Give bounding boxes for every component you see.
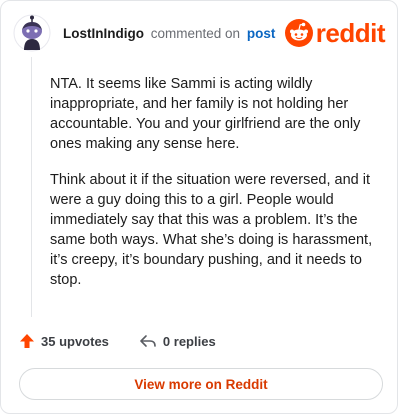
- upvote-count: 35 upvotes: [41, 333, 109, 349]
- comment-header: LostInIndigo commented on post reddit: [13, 11, 386, 55]
- comment-actions: 35 upvotes 0 replies: [19, 333, 216, 349]
- reply-button[interactable]: 0 replies: [139, 333, 216, 349]
- reddit-snoo-icon: [284, 19, 313, 47]
- upvote-button[interactable]: 35 upvotes: [19, 333, 109, 349]
- post-link[interactable]: post: [247, 26, 276, 41]
- reply-count: 0 replies: [162, 333, 216, 349]
- avatar-icon: [13, 14, 51, 52]
- user-avatar[interactable]: [13, 14, 51, 52]
- reddit-wordmark: reddit: [315, 17, 386, 48]
- action-text: commented on: [150, 25, 241, 41]
- comment-paragraph: Think about it if the situation were rev…: [50, 172, 373, 288]
- comment-card: LostInIndigo commented on post reddit NT…: [0, 0, 398, 414]
- reply-arrow-icon: [140, 335, 156, 347]
- thread-line: [31, 57, 32, 317]
- reddit-logo[interactable]: reddit: [284, 17, 386, 49]
- comment-body: NTA. It seems like Sammi is acting wildl…: [50, 74, 390, 306]
- comment-paragraph: NTA. It seems like Sammi is acting wildl…: [50, 76, 361, 152]
- username-link[interactable]: LostInIndigo: [63, 26, 144, 41]
- byline: LostInIndigo commented on post: [63, 26, 285, 41]
- upvote-arrow-icon: [20, 334, 34, 348]
- view-more-button[interactable]: View more on Reddit: [19, 368, 383, 400]
